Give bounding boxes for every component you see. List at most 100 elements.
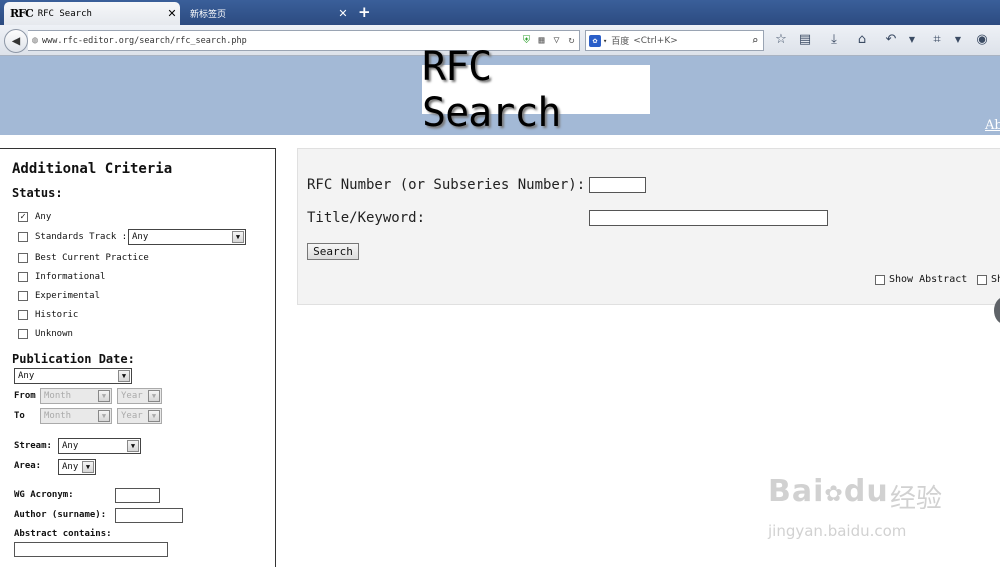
select-value: Year: [121, 391, 143, 401]
watermark-cn-text: 经验: [890, 484, 943, 514]
option-label: Informational: [35, 272, 106, 282]
search-button[interactable]: Search: [307, 243, 359, 260]
new-tab-button[interactable]: +: [358, 3, 371, 21]
option-label: Experimental: [35, 291, 101, 301]
brand-tail: du: [843, 474, 889, 509]
option-label: Show Abstract: [889, 274, 968, 285]
tab-title: 新标签页: [190, 10, 227, 20]
chevron-down-icon: ▼: [148, 390, 160, 402]
status-bcp-checkbox[interactable]: [18, 253, 28, 263]
back-button[interactable]: ◀: [4, 29, 28, 53]
chevron-down-icon: ▼: [232, 231, 244, 243]
status-standards-track-option[interactable]: Standards Track ::: [18, 232, 133, 242]
show-abstract-option[interactable]: Show Abstract: [875, 274, 967, 285]
logo-text: RFC Search: [422, 43, 562, 136]
back-arrow-icon: ◀: [11, 33, 21, 49]
rfc-favicon-icon: RFC: [10, 7, 34, 20]
option-label: Unknown: [35, 329, 73, 339]
title-keyword-label: Title/Keyword:: [307, 210, 426, 226]
chevron-down-icon: ▼: [118, 370, 130, 382]
bookmark-star-icon[interactable]: ☆: [772, 29, 790, 49]
globe-icon: ◍: [32, 35, 39, 46]
area-label: Area:: [14, 461, 42, 471]
criteria-title: Additional Criteria: [12, 161, 173, 177]
select-value: Any: [18, 371, 35, 381]
chevron-down-icon: ▼: [148, 410, 160, 422]
stream-select[interactable]: Any ▼: [58, 438, 141, 454]
option-label: Best Current Practice: [35, 253, 149, 263]
watermark-url: jingyan.baidu.com: [768, 522, 907, 540]
main-search-panel: RFC Number (or Subseries Number): Title/…: [297, 148, 1000, 305]
chevron-down-icon: ▼: [98, 410, 110, 422]
abstract-label: Abstract contains:: [14, 529, 112, 539]
select-value: Month: [44, 411, 72, 421]
tab-rfc-search[interactable]: RFC RFC Search ✕: [4, 2, 180, 25]
paw-icon: ✿: [824, 482, 844, 507]
title-keyword-input[interactable]: [589, 210, 828, 226]
status-historic-checkbox[interactable]: [18, 310, 28, 320]
home-icon[interactable]: ⌂: [853, 29, 871, 49]
select-value: Any: [62, 462, 79, 472]
close-tab-icon[interactable]: ✕: [335, 7, 351, 20]
watermark-brand: Bai✿du: [768, 474, 889, 509]
tab-title: RFC Search: [37, 8, 92, 19]
from-month-select[interactable]: Month ▼: [40, 388, 112, 404]
option-label: Standards Track ::: [35, 232, 133, 242]
status-bcp-option[interactable]: Best Current Practice: [18, 253, 149, 263]
download-icon[interactable]: ⤓: [825, 29, 843, 49]
undo-icon[interactable]: ↶: [882, 29, 900, 49]
show-abstract-checkbox[interactable]: [875, 274, 885, 285]
undo-dropdown-icon[interactable]: ▼: [903, 29, 921, 49]
status-experimental-option[interactable]: Experimental: [18, 291, 100, 301]
second-show-checkbox[interactable]: [977, 274, 987, 285]
wg-acronym-input[interactable]: [115, 488, 160, 503]
area-select[interactable]: Any ▼: [58, 459, 96, 475]
second-show-option[interactable]: Sh: [977, 274, 1000, 285]
to-label: To: [14, 411, 25, 421]
stream-label: Stream:: [14, 441, 52, 451]
chat-bubble-icon[interactable]: ◉: [973, 29, 991, 49]
status-informational-option[interactable]: Informational: [18, 272, 105, 282]
author-label: Author (surname):: [14, 510, 107, 520]
status-label: Status:: [12, 186, 63, 200]
from-label: From: [14, 391, 36, 401]
tab-new-tab[interactable]: 新标签页 ✕: [183, 2, 351, 25]
about-link[interactable]: Ab: [985, 118, 1000, 133]
status-any-option[interactable]: ✓ Any: [18, 212, 51, 222]
rfc-number-input[interactable]: [589, 177, 646, 193]
select-value: Any: [62, 441, 79, 451]
chevron-down-icon: ▼: [98, 390, 110, 402]
wg-acronym-label: WG Acronym:: [14, 490, 74, 500]
status-experimental-checkbox[interactable]: [18, 291, 28, 301]
search-icon[interactable]: ⌕: [747, 34, 763, 47]
crop-screenshot-icon[interactable]: ⌗: [928, 29, 946, 49]
brand-text: Bai: [768, 474, 825, 509]
author-input[interactable]: [115, 508, 183, 523]
chevron-down-icon: ▼: [82, 461, 94, 473]
reading-list-icon[interactable]: ▤: [796, 29, 814, 49]
status-standards-checkbox[interactable]: [18, 232, 28, 242]
status-any-checkbox[interactable]: ✓: [18, 212, 28, 222]
additional-criteria-panel: Additional Criteria Status: ✓ Any Standa…: [0, 148, 276, 567]
to-month-select[interactable]: Month ▼: [40, 408, 112, 424]
status-unknown-checkbox[interactable]: [18, 329, 28, 339]
publication-date-label: Publication Date:: [12, 352, 135, 366]
status-informational-checkbox[interactable]: [18, 272, 28, 282]
status-unknown-option[interactable]: Unknown: [18, 329, 73, 339]
rfc-number-label: RFC Number (or Subseries Number):: [307, 177, 586, 193]
abstract-input[interactable]: [14, 542, 168, 557]
select-value: Any: [132, 232, 149, 242]
menu-dropdown-icon[interactable]: ▼: [949, 29, 967, 49]
option-label: Sh: [991, 274, 1000, 285]
select-value: Year: [121, 411, 143, 421]
option-label: Any: [35, 212, 52, 222]
standards-track-select[interactable]: Any ▼: [128, 229, 246, 245]
rfc-search-logo: RFC Search: [422, 44, 650, 136]
search-placeholder: <Ctrl+K>: [633, 35, 678, 46]
status-historic-option[interactable]: Historic: [18, 310, 78, 320]
chevron-down-icon: ▼: [127, 440, 139, 452]
publication-date-select[interactable]: Any ▼: [14, 368, 132, 384]
close-tab-icon[interactable]: ✕: [164, 7, 180, 20]
from-year-select[interactable]: Year ▼: [117, 388, 162, 404]
to-year-select[interactable]: Year ▼: [117, 408, 162, 424]
